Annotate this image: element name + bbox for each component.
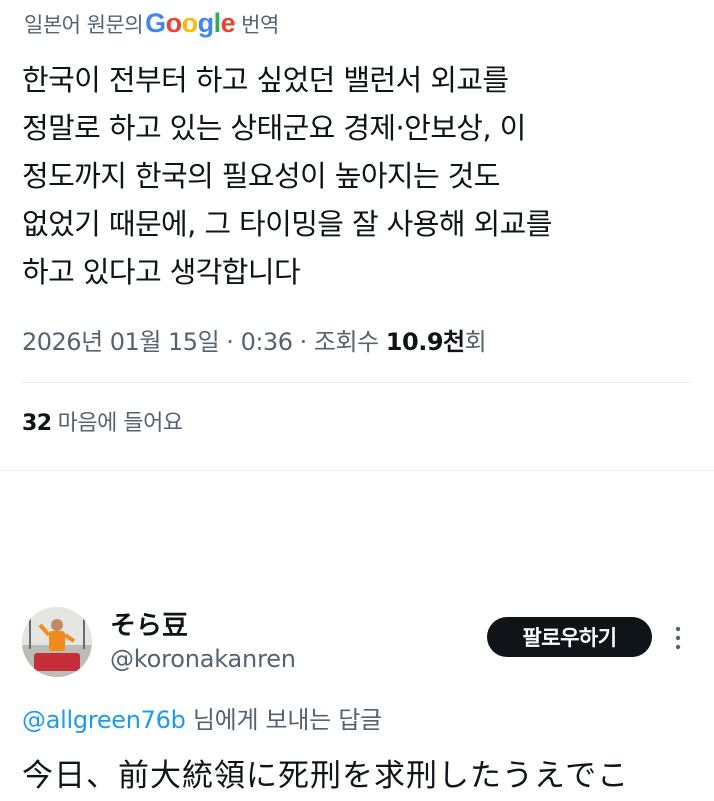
display-name[interactable]: そら豆 [110,605,188,642]
user-handle[interactable]: @koronakanren [110,645,296,673]
meta-separator: · [226,328,234,356]
likes-label: 마음에 들어요 [57,411,183,436]
divider [0,470,714,471]
likes-count: 32 [22,411,52,436]
reply-text: 今日、前大統領に死刑を求刑したうえでこ [22,758,630,794]
more-vertical-icon[interactable] [666,622,690,654]
reply-context: @allgreen76b 님에게 보내는 답글 [22,700,382,735]
tweet-text: 한국이 전부터 하고 싶었던 밸런서 외교를 정말로 하고 있는 상태군요 경제… [22,63,552,289]
tweet-meta: 2026년 01월 15일 · 0:36 · 조회수 10.9천회 [22,322,487,357]
views-suffix: 회 [464,328,487,356]
views-label: 조회수 [313,328,379,356]
translation-attribution: 일본어 원문의 Google 번역 [24,8,279,39]
google-logo: Google [145,8,236,38]
translation-prefix: 일본어 원문의 [24,12,144,37]
meta-separator: · [299,328,308,356]
avatar[interactable] [22,607,92,677]
tweet-time[interactable]: 0:36 [241,328,293,356]
reply-mention-link[interactable]: @allgreen76b [22,706,186,734]
avatar-photo [22,607,92,677]
views-count: 10.9천 [385,328,465,356]
reply-context-suffix: 님에게 보내는 답글 [192,706,382,734]
follow-button[interactable]: 팔로우하기 [487,617,652,657]
translation-suffix: 번역 [241,12,279,37]
tweet-date[interactable]: 2026년 01월 15일 [22,328,220,356]
likes-link[interactable]: 32 마음에 들어요 [22,405,183,437]
divider [22,382,692,383]
